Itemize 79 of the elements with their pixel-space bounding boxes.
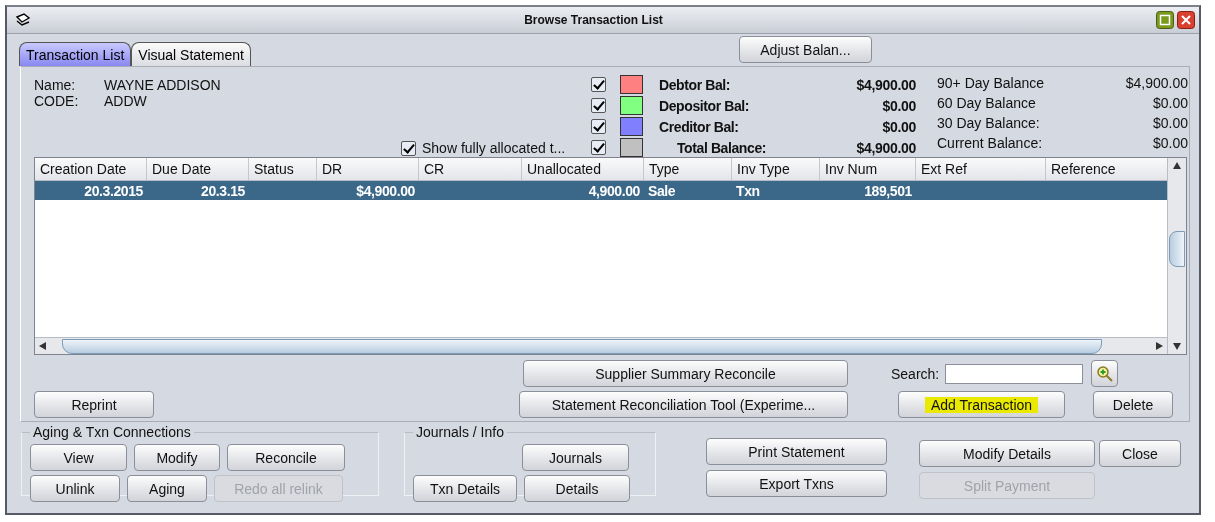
table-cell: 189,501: [864, 182, 912, 199]
field-value: ADDW: [104, 93, 147, 109]
adjust-balance-button[interactable]: Adjust Balan...: [738, 36, 872, 63]
aging-label: 90+ Day Balance: [937, 75, 1045, 91]
column-header[interactable]: Ext Ref: [916, 158, 1046, 180]
action-button[interactable]: Print Statement: [706, 438, 887, 465]
table-cell: Txn: [736, 182, 760, 199]
balance-label: Total Balance:: [676, 139, 768, 156]
field-label: CODE:: [34, 93, 80, 109]
action-button[interactable]: Txn Details: [413, 475, 517, 502]
action-button[interactable]: Unlink: [30, 475, 120, 502]
field-label: Name:: [34, 77, 77, 93]
statement-reconciliation-button[interactable]: Statement Reconciliation Tool (Experime...: [519, 391, 848, 418]
balance-label: Depositor Bal:: [659, 97, 751, 114]
supplier-reconcile-button[interactable]: Supplier Summary Reconcile: [523, 360, 848, 387]
aging-label: 60 Day Balance: [937, 95, 1036, 111]
reprint-button[interactable]: Reprint: [34, 391, 154, 418]
delete-button[interactable]: Delete: [1093, 391, 1173, 418]
action-button[interactable]: Export Txns: [706, 470, 887, 497]
scroll-thumb[interactable]: [1169, 231, 1185, 267]
aging-value: $0.00: [1152, 95, 1188, 111]
group-title: Aging & Txn Connections: [32, 424, 192, 440]
table-row[interactable]: 20.3.2015 20.3.15 $4,900.00 4,900.00 Sale Txn 189,501: [35, 181, 1167, 200]
aging-label: 30 Day Balance:: [937, 115, 1040, 131]
app-icon: [15, 13, 31, 27]
column-header[interactable]: Due Date: [147, 158, 249, 180]
table-cell: 20.3.15: [201, 182, 245, 199]
aging-label: Current Balance:: [937, 135, 1043, 151]
action-button[interactable]: Aging: [127, 475, 207, 502]
table-cell: $4,900.00: [356, 182, 415, 199]
column-header[interactable]: Inv Type: [732, 158, 820, 180]
close-button[interactable]: Close: [1099, 440, 1181, 467]
aging-value: $0.00: [1152, 135, 1188, 151]
close-icon[interactable]: [1177, 11, 1195, 29]
checkbox[interactable]: [401, 141, 416, 156]
tab[interactable]: Visual Statement: [131, 42, 251, 66]
column-header[interactable]: CR: [419, 158, 522, 180]
column-header[interactable]: Inv Num: [820, 158, 916, 180]
search-icon: [1095, 364, 1114, 383]
search-field[interactable]: [945, 363, 1084, 384]
aging-value: $0.00: [1152, 115, 1188, 131]
action-button[interactable]: Modify Details: [919, 440, 1095, 467]
column-header[interactable]: Type: [644, 158, 732, 180]
balance-value: $0.00: [882, 118, 916, 135]
checkbox[interactable]: [591, 98, 606, 113]
column-header[interactable]: Creation Date: [35, 158, 147, 180]
balance-value: $4,900.00: [856, 76, 916, 93]
scroll-left-icon[interactable]: [39, 342, 46, 350]
balance-value: $4,900.00: [856, 139, 916, 156]
search-button[interactable]: [1091, 360, 1119, 387]
action-button[interactable]: View: [30, 444, 127, 471]
action-button[interactable]: Modify: [134, 444, 220, 471]
table-cell: 4,900.00: [588, 182, 640, 199]
table-cell: Sale: [648, 182, 676, 199]
balance-label: Debtor Bal:: [659, 76, 732, 93]
scroll-up-icon[interactable]: [1173, 162, 1181, 169]
vertical-scrollbar[interactable]: [1167, 158, 1186, 354]
checkbox-label: Show fully allocated t...: [422, 140, 566, 156]
checkbox[interactable]: [591, 119, 606, 134]
table-cell: 20.3.2015: [84, 182, 143, 199]
action-button[interactable]: Reconcile: [227, 444, 345, 471]
balance-label: Creditor Bal:: [659, 118, 740, 135]
maximize-icon[interactable]: [1156, 11, 1174, 29]
search-label: Search:: [891, 365, 940, 382]
column-header[interactable]: DR: [317, 158, 419, 180]
window-title: Browse Transaction List: [523, 13, 664, 27]
add-transaction-button[interactable]: Add Transaction: [898, 391, 1065, 418]
column-header[interactable]: Status: [249, 158, 317, 180]
checkbox[interactable]: [591, 77, 606, 92]
action-button[interactable]: Journals: [522, 444, 629, 471]
column-header[interactable]: Unallocated: [522, 158, 644, 180]
checkbox[interactable]: [591, 140, 606, 155]
tab[interactable]: Transaction List: [19, 42, 132, 66]
action-button[interactable]: Details: [524, 475, 630, 502]
aging-value: $4,900.00: [1125, 75, 1188, 91]
scroll-down-icon[interactable]: [1173, 343, 1181, 350]
group-title: Journals / Info: [415, 424, 505, 440]
balance-value: $0.00: [882, 97, 916, 114]
field-value: WAYNE ADDISON: [104, 77, 221, 93]
